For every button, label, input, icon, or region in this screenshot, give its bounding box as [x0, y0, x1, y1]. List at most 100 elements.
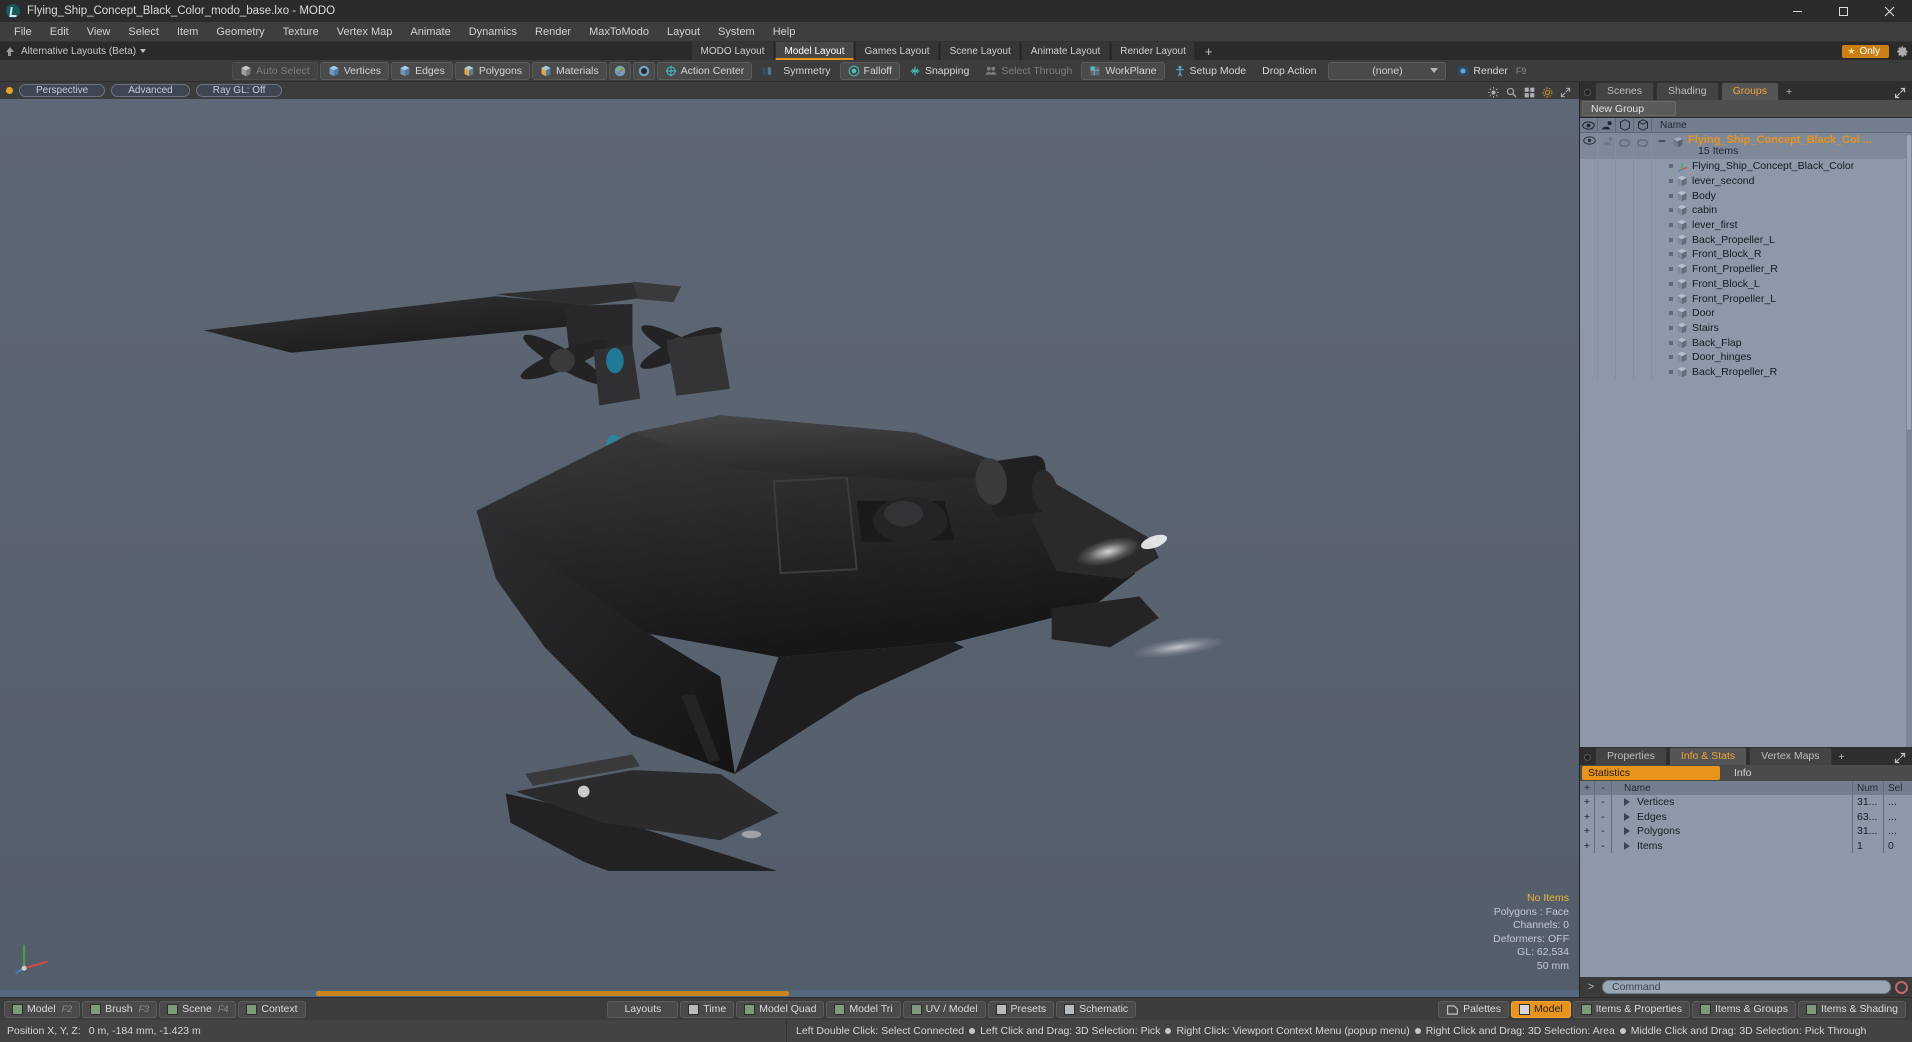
group-lock-cell[interactable]: [1616, 133, 1634, 159]
group-visibility-cell[interactable]: [1580, 133, 1598, 159]
polygons-button[interactable]: Polygons: [454, 61, 531, 80]
list-item[interactable]: Front_Propeller_L: [1580, 291, 1912, 306]
row-plus-button[interactable]: +: [1580, 809, 1595, 825]
model-quad-button[interactable]: Model Quad: [736, 1000, 825, 1018]
drop-action-select[interactable]: (none): [1328, 61, 1447, 80]
only-toggle-button[interactable]: ★ Only: [1842, 44, 1889, 58]
menu-texture[interactable]: Texture: [274, 22, 328, 42]
tab-properties[interactable]: Properties: [1595, 747, 1667, 765]
menu-view[interactable]: View: [78, 22, 120, 42]
row-minus-button[interactable]: -: [1595, 795, 1612, 810]
model-palette-button[interactable]: Model: [1511, 1000, 1571, 1018]
list-item[interactable]: Flying_Ship_Concept_Black_Color: [1580, 159, 1912, 174]
maximize-button[interactable]: [1820, 0, 1866, 22]
group-select-cell[interactable]: [1634, 133, 1652, 159]
setup-mode-button[interactable]: Setup Mode: [1167, 62, 1254, 80]
vertices-button[interactable]: Vertices: [319, 61, 390, 80]
tab-scene-layout[interactable]: Scene Layout: [939, 42, 1021, 60]
model-tri-button[interactable]: Model Tri: [826, 1000, 901, 1018]
render-column-header[interactable]: [1598, 118, 1616, 132]
menu-layout[interactable]: Layout: [658, 22, 709, 42]
tab-groups[interactable]: Groups: [1720, 82, 1780, 100]
table-row[interactable]: + - Polygons 31... ...: [1580, 824, 1912, 839]
viewport-raygl-button[interactable]: Ray GL: Off: [195, 84, 283, 97]
expand-triangle-icon[interactable]: [1624, 842, 1630, 851]
list-item[interactable]: Stairs: [1580, 320, 1912, 336]
select-sphere-dark-button[interactable]: [632, 61, 655, 80]
edges-button[interactable]: Edges: [391, 61, 453, 80]
menu-edit[interactable]: Edit: [41, 22, 78, 42]
list-item[interactable]: Door: [1580, 305, 1912, 321]
group-item-list[interactable]: Name Flying_Ship_Concept_Black_Col ... 1…: [1580, 117, 1912, 747]
tab-model-layout[interactable]: Model Layout: [774, 42, 855, 60]
table-row[interactable]: + - Edges 63... ...: [1580, 809, 1912, 825]
menu-geometry[interactable]: Geometry: [207, 22, 273, 42]
panel-menu-dot-icon[interactable]: [1584, 754, 1591, 761]
row-plus-button[interactable]: +: [1580, 824, 1595, 839]
panel-menu-dot-icon[interactable]: [1584, 89, 1591, 96]
viewport-gear-icon[interactable]: [1542, 85, 1553, 98]
menu-animate[interactable]: Animate: [401, 22, 459, 42]
layout-grid-icon[interactable]: [1524, 85, 1535, 98]
select-through-button[interactable]: Select Through: [978, 62, 1079, 80]
viewport-menu-dot-icon[interactable]: [6, 87, 13, 94]
tab-render-layout[interactable]: Render Layout: [1110, 42, 1196, 60]
group-render-cell[interactable]: [1598, 133, 1616, 159]
row-minus-button[interactable]: -: [1595, 838, 1612, 854]
command-input[interactable]: Command: [1602, 980, 1891, 994]
search-icon[interactable]: [1506, 85, 1517, 98]
viewport-horizontal-scrollbar[interactable]: [0, 990, 1579, 997]
viewport-shading-button[interactable]: Advanced: [111, 84, 190, 97]
3d-viewport[interactable]: No Items Polygons : Face Channels: 0 Def…: [0, 99, 1579, 997]
menu-select[interactable]: Select: [119, 22, 168, 42]
item-list-scrollbar[interactable]: [1906, 133, 1912, 747]
close-button[interactable]: [1866, 0, 1912, 22]
materials-button[interactable]: Materials: [532, 61, 607, 80]
menu-vertex-map[interactable]: Vertex Map: [328, 22, 402, 42]
add-panel-tab-button[interactable]: +: [1781, 84, 1797, 100]
tab-games-layout[interactable]: Games Layout: [854, 42, 940, 60]
items-groups-button[interactable]: Items & Groups: [1692, 1000, 1796, 1018]
falloff-button[interactable]: Falloff: [839, 61, 900, 80]
tab-info-stats[interactable]: Info & Stats: [1668, 747, 1748, 765]
time-button[interactable]: Time: [680, 1000, 735, 1018]
context-mode-button[interactable]: Context: [238, 1000, 306, 1018]
tab-animate-layout[interactable]: Animate Layout: [1020, 42, 1111, 60]
layouts-button[interactable]: Layouts: [607, 1000, 679, 1018]
expand-triangle-icon[interactable]: [1624, 798, 1630, 807]
list-item[interactable]: cabin: [1580, 203, 1912, 218]
group-row[interactable]: Flying_Ship_Concept_Black_Col ... 15 Ite…: [1580, 133, 1912, 159]
list-item[interactable]: Front_Block_L: [1580, 276, 1912, 292]
lock-column-header[interactable]: [1616, 118, 1634, 132]
gear-icon[interactable]: [1896, 45, 1909, 58]
items-properties-button[interactable]: Items & Properties: [1572, 1000, 1691, 1018]
tab-scenes[interactable]: Scenes: [1595, 82, 1655, 100]
menu-dynamics[interactable]: Dynamics: [460, 22, 526, 42]
list-item[interactable]: Back_Flap: [1580, 335, 1912, 350]
snapping-button[interactable]: Snapping: [902, 62, 976, 80]
expand-triangle-icon[interactable]: [1624, 812, 1630, 821]
list-item[interactable]: Back_Rropeller_R: [1580, 364, 1912, 380]
symmetry-button[interactable]: Symmetry: [754, 62, 837, 80]
list-item[interactable]: Back_Propeller_L: [1580, 232, 1912, 248]
new-group-button[interactable]: New Group: [1582, 101, 1676, 116]
brush-mode-button[interactable]: Brush F3: [82, 1000, 158, 1018]
add-layout-tab-button[interactable]: +: [1196, 42, 1222, 60]
list-item[interactable]: Body: [1580, 188, 1912, 204]
select-sphere-red-button[interactable]: [608, 61, 631, 80]
row-plus-button[interactable]: +: [1580, 838, 1595, 854]
light-icon[interactable]: [1488, 85, 1499, 98]
expand-icon[interactable]: [1560, 85, 1571, 98]
visibility-column-header[interactable]: [1580, 118, 1598, 132]
minimize-button[interactable]: [1774, 0, 1820, 22]
menu-item[interactable]: Item: [168, 22, 207, 42]
viewport-mode-button[interactable]: Perspective: [19, 84, 106, 97]
tab-vertex-maps[interactable]: Vertex Maps: [1749, 747, 1832, 765]
auto-select-button[interactable]: Auto Select: [232, 61, 318, 80]
subtab-info[interactable]: Info: [1720, 767, 1752, 779]
action-center-button[interactable]: Action Center: [656, 61, 753, 80]
list-item[interactable]: Front_Block_R: [1580, 247, 1912, 262]
menu-render[interactable]: Render: [526, 22, 580, 42]
record-macro-icon[interactable]: [1895, 980, 1908, 994]
tab-shading[interactable]: Shading: [1656, 82, 1719, 100]
